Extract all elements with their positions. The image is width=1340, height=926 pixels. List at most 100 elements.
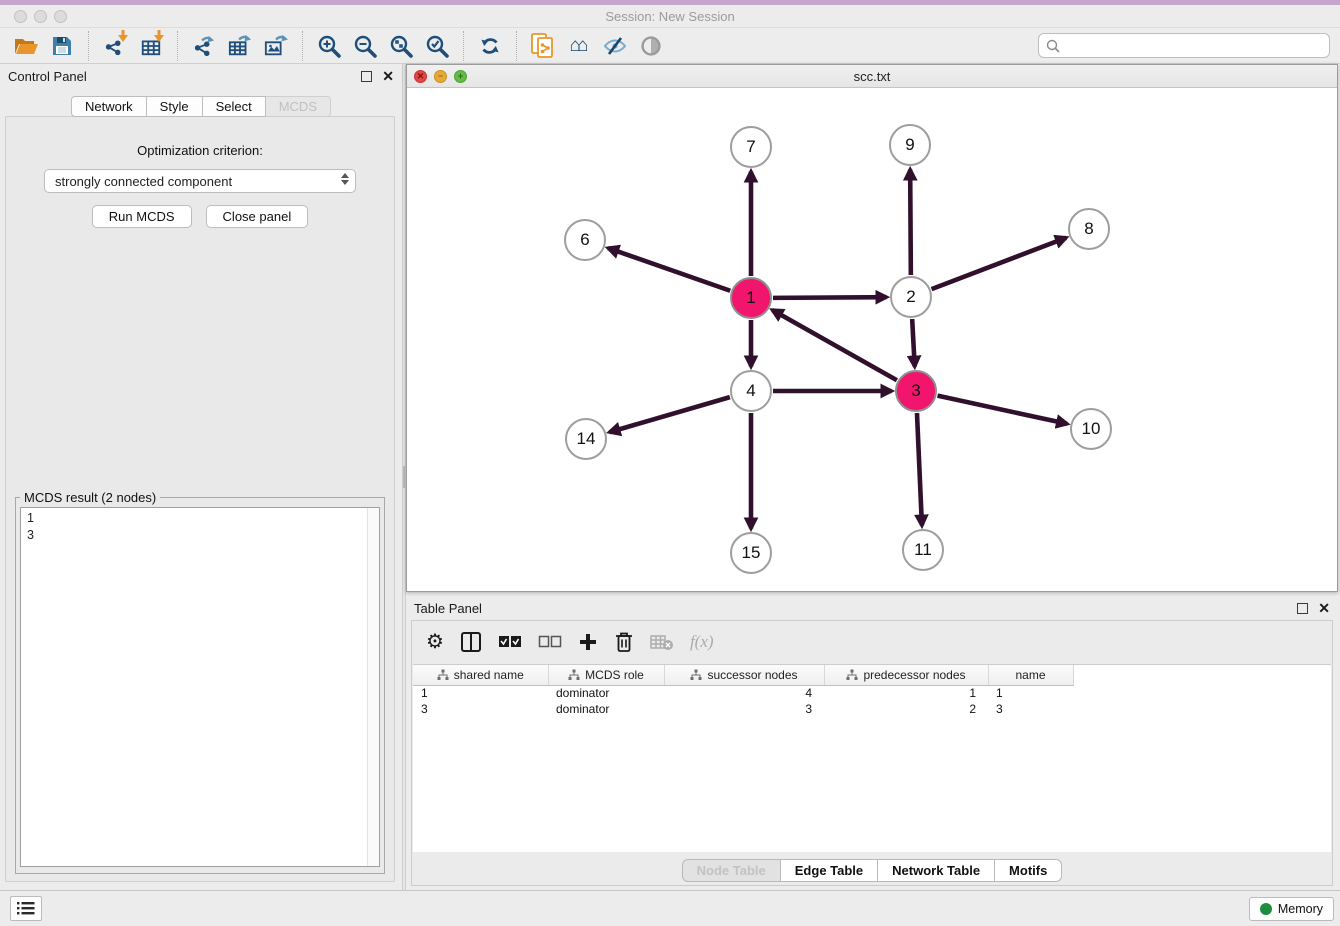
graph-edge-3-1[interactable] xyxy=(772,310,896,380)
column-header-shared-name[interactable]: shared name xyxy=(413,665,548,685)
list-icon xyxy=(17,901,35,916)
minimize-network-icon[interactable]: − xyxy=(434,70,447,83)
close-panel-button[interactable]: Close panel xyxy=(206,205,309,228)
close-panel-icon[interactable]: ✕ xyxy=(382,71,394,82)
table-cell[interactable]: 1 xyxy=(413,685,548,701)
graph-node-2[interactable]: 2 xyxy=(890,276,932,318)
graph-node-11[interactable]: 11 xyxy=(902,529,944,571)
table-row[interactable]: 1dominator411 xyxy=(413,685,1073,701)
graph-edge-2-9[interactable] xyxy=(910,169,911,275)
table-panel-tabs: Node TableEdge TableNetwork TableMotifs xyxy=(412,859,1332,882)
network-view-window: ✕ − + scc.txt 7 9 6 8 1 2 4 3 14 10 15 11 xyxy=(406,64,1338,592)
graph-edge-2-8[interactable] xyxy=(932,238,1067,289)
graph-node-4[interactable]: 4 xyxy=(730,370,772,412)
delete-table-icon[interactable] xyxy=(650,633,674,651)
column-header-MCDS-role[interactable]: MCDS role xyxy=(548,665,664,685)
table-row[interactable]: 3dominator323 xyxy=(413,701,1073,717)
delete-row-icon[interactable] xyxy=(614,631,634,653)
memory-label: Memory xyxy=(1278,902,1323,916)
tab-select[interactable]: Select xyxy=(203,96,266,117)
zoom-selected-icon[interactable] xyxy=(421,31,453,61)
table-cell[interactable]: 4 xyxy=(664,685,824,701)
tab-motifs[interactable]: Motifs xyxy=(995,859,1062,882)
criterion-select[interactable]: strongly connected component xyxy=(44,169,356,193)
maximize-network-icon[interactable]: + xyxy=(454,70,467,83)
memory-status-icon xyxy=(1260,903,1272,915)
show-columns-icon[interactable] xyxy=(460,631,482,653)
table-cell[interactable]: dominator xyxy=(548,685,664,701)
table-cell[interactable]: 3 xyxy=(664,701,824,717)
tab-style[interactable]: Style xyxy=(147,96,203,117)
memory-button[interactable]: Memory xyxy=(1249,897,1334,921)
export-table-icon[interactable] xyxy=(224,31,256,61)
graph-node-1[interactable]: 1 xyxy=(730,277,772,319)
table-cell[interactable]: 3 xyxy=(413,701,548,717)
network-canvas[interactable]: 7 9 6 8 1 2 4 3 14 10 15 11 xyxy=(407,88,1337,591)
graph-edge-2-3[interactable] xyxy=(912,319,915,367)
clone-network-icon[interactable] xyxy=(527,31,559,61)
zoom-fit-icon[interactable] xyxy=(385,31,417,61)
tab-network[interactable]: Network xyxy=(71,96,147,117)
optimization-criterion-label: Optimization criterion: xyxy=(6,143,394,158)
float-table-panel-icon[interactable] xyxy=(1297,603,1308,614)
home-icon[interactable]: ⌂⌂ xyxy=(563,31,595,61)
graph-node-3[interactable]: 3 xyxy=(895,370,937,412)
graph-edge-3-11[interactable] xyxy=(917,413,922,526)
graph-node-10[interactable]: 10 xyxy=(1070,408,1112,450)
save-icon[interactable] xyxy=(46,31,78,61)
function-builder-icon[interactable]: f(x) xyxy=(690,632,714,652)
graph-node-6[interactable]: 6 xyxy=(564,219,606,261)
network-window-titlebar[interactable]: ✕ − + scc.txt xyxy=(407,65,1337,88)
run-mcds-button[interactable]: Run MCDS xyxy=(92,205,192,228)
open-folder-icon[interactable] xyxy=(10,31,42,61)
task-history-button[interactable] xyxy=(10,896,42,921)
close-table-panel-icon[interactable]: ✕ xyxy=(1318,603,1330,614)
result-scrollbar[interactable] xyxy=(367,508,379,866)
float-panel-icon[interactable] xyxy=(361,71,372,82)
graph-edge-4-14[interactable] xyxy=(610,397,730,432)
table-cell[interactable]: 2 xyxy=(824,701,988,717)
close-network-icon[interactable]: ✕ xyxy=(414,70,427,83)
mcds-result-title: MCDS result (2 nodes) xyxy=(20,490,160,505)
graph-node-14[interactable]: 14 xyxy=(565,418,607,460)
column-header-name[interactable]: name xyxy=(988,665,1073,685)
import-network-icon[interactable] xyxy=(99,31,131,61)
graph-edge-1-2[interactable] xyxy=(773,297,887,298)
graph-edge-3-10[interactable] xyxy=(937,396,1067,424)
zoom-in-icon[interactable] xyxy=(313,31,345,61)
export-network-icon[interactable] xyxy=(188,31,220,61)
add-row-icon[interactable] xyxy=(578,632,598,652)
show-panels-icon[interactable] xyxy=(635,31,667,61)
zoom-out-icon[interactable] xyxy=(349,31,381,61)
control-panel-header: Control Panel ✕ xyxy=(0,64,402,88)
refresh-icon[interactable] xyxy=(474,31,506,61)
search-box[interactable] xyxy=(1038,33,1330,58)
column-header-successor-nodes[interactable]: successor nodes xyxy=(664,665,824,685)
graph-edge-1-6[interactable] xyxy=(608,248,730,291)
table-cell[interactable]: 3 xyxy=(988,701,1073,717)
graph-node-15[interactable]: 15 xyxy=(730,532,772,574)
select-all-columns-icon[interactable] xyxy=(498,635,522,649)
column-header-predecessor-nodes[interactable]: predecessor nodes xyxy=(824,665,988,685)
table-cell[interactable]: 1 xyxy=(824,685,988,701)
table-cell[interactable]: 1 xyxy=(988,685,1073,701)
tab-edge-table[interactable]: Edge Table xyxy=(781,859,878,882)
unselect-all-columns-icon[interactable] xyxy=(538,635,562,649)
splitter-handle[interactable] xyxy=(403,466,405,488)
settings-gear-icon[interactable]: ⚙ xyxy=(426,632,444,652)
tab-mcds[interactable]: MCDS xyxy=(266,96,331,117)
graph-node-8[interactable]: 8 xyxy=(1068,208,1110,250)
table-cell[interactable]: dominator xyxy=(548,701,664,717)
export-image-icon[interactable] xyxy=(260,31,292,61)
tab-node-table[interactable]: Node Table xyxy=(682,859,781,882)
toolbar-separator xyxy=(177,31,178,61)
app-window-title: Session: New Session xyxy=(0,9,1340,24)
hide-panels-icon[interactable] xyxy=(599,31,631,61)
graph-node-7[interactable]: 7 xyxy=(730,126,772,168)
mcds-result-list[interactable]: 1 3 xyxy=(20,507,380,867)
tab-network-table[interactable]: Network Table xyxy=(878,859,995,882)
graph-node-9[interactable]: 9 xyxy=(889,124,931,166)
table-toolbar: ⚙ f(x) xyxy=(412,621,1332,663)
search-input[interactable] xyxy=(1061,39,1329,53)
import-table-icon[interactable] xyxy=(135,31,167,61)
